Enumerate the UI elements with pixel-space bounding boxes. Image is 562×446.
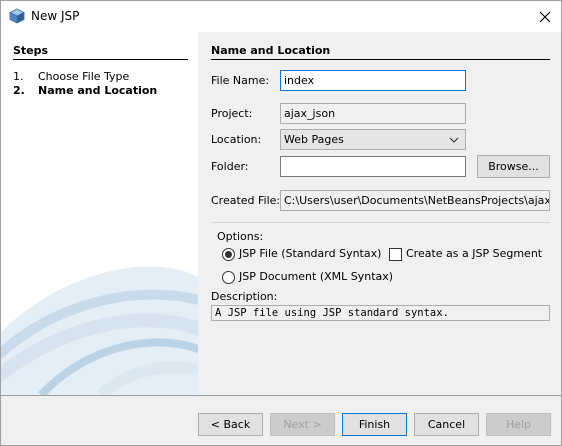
folder-input[interactable] — [280, 156, 466, 177]
file-name-input[interactable]: index — [280, 70, 466, 91]
next-button[interactable]: Next > — [270, 413, 335, 436]
close-button[interactable] — [529, 1, 561, 32]
created-file-field: C:\Users\user\Documents\NetBeansProjects… — [280, 190, 550, 211]
project-field: ajax_json — [280, 103, 466, 124]
close-icon — [539, 11, 551, 22]
options-label: Options: — [217, 230, 264, 243]
file-name-label: File Name: — [211, 74, 270, 87]
netbeans-cube-icon — [9, 8, 25, 24]
jsp-document-label[interactable]: JSP Document (XML Syntax) — [239, 270, 393, 283]
help-button[interactable]: Help — [486, 413, 551, 436]
chevron-down-icon — [449, 137, 459, 143]
location-dropdown[interactable]: Web Pages — [280, 129, 466, 150]
description-label: Description: — [211, 290, 278, 303]
content-panel: Name and Location File Name: index Proje… — [200, 32, 561, 395]
finish-button[interactable]: Finish — [342, 413, 407, 436]
steps-divider — [13, 59, 188, 60]
location-label: Location: — [211, 133, 262, 146]
options-separator — [211, 222, 550, 223]
steps-heading: Steps — [13, 44, 49, 57]
footer-bar: < Back Next > Finish Cancel Help — [1, 396, 561, 445]
section-title: Name and Location — [211, 44, 331, 57]
cancel-button[interactable]: Cancel — [414, 413, 479, 436]
step-label: Name and Location — [38, 84, 158, 97]
step-number: 1. — [13, 70, 24, 83]
jsp-segment-label[interactable]: Create as a JSP Segment — [406, 247, 542, 260]
back-button[interactable]: < Back — [198, 413, 263, 436]
folder-label: Folder: — [211, 160, 249, 173]
new-jsp-dialog: New JSP Steps 1. Choose File Type 2. Nam… — [0, 0, 562, 446]
step-number: 2. — [13, 84, 25, 97]
jsp-file-radio[interactable] — [222, 248, 235, 261]
steps-panel: Steps 1. Choose File Type 2. Name and Lo… — [1, 32, 198, 395]
description-text: A JSP file using JSP standard syntax. — [211, 305, 550, 321]
jsp-document-radio[interactable] — [222, 271, 235, 284]
browse-button[interactable]: Browse... — [477, 155, 550, 178]
created-file-label: Created File: — [211, 194, 281, 207]
section-divider — [211, 59, 550, 60]
window-title: New JSP — [31, 9, 80, 23]
location-value: Web Pages — [284, 133, 344, 146]
jsp-segment-checkbox[interactable] — [389, 248, 402, 261]
project-label: Project: — [211, 107, 253, 120]
jsp-file-label[interactable]: JSP File (Standard Syntax) — [239, 247, 381, 260]
title-bar: New JSP — [1, 1, 561, 32]
step-label: Choose File Type — [38, 70, 130, 83]
